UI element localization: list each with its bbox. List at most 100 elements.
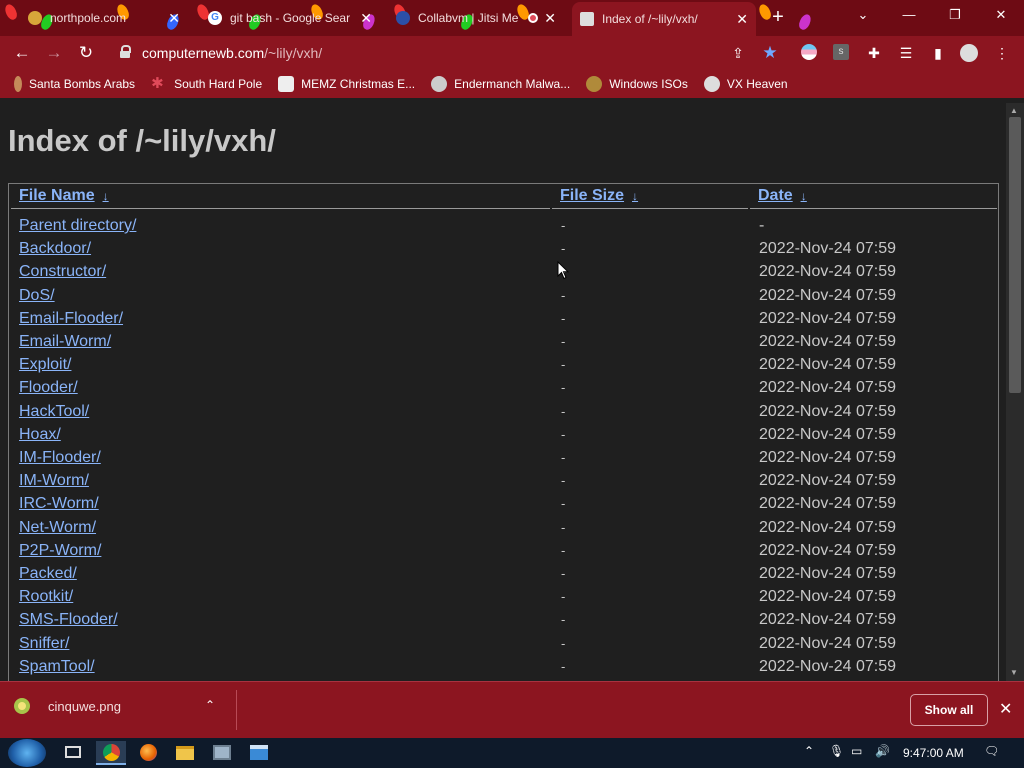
forward-button[interactable]: → [43,42,65,64]
file-row: P2P-Worm/ - 2022-Nov-24 07:59 [9,539,998,562]
bookmark-santa-bombs-arabs[interactable]: Santa Bombs Arabs [14,76,135,92]
back-button[interactable]: ← [11,42,33,64]
file-link[interactable]: Sniffer/ [19,635,69,653]
extensions-puzzle-icon[interactable]: ✚ [865,44,883,62]
tab-title: Collabvm | Jitsi Me [418,11,519,25]
file-row: IRC-Worm/ - 2022-Nov-24 07:59 [9,492,998,515]
file-link[interactable]: Hoax/ [19,426,61,444]
file-size: - [561,357,566,373]
address-bar[interactable]: computernewb.com/~lily/vxh/ [110,40,790,66]
file-link[interactable]: IM-Flooder/ [19,449,101,467]
file-link[interactable]: Rootkit/ [19,588,73,606]
file-link[interactable]: Parent directory/ [19,217,136,235]
file-link[interactable]: SpamTool/ [19,658,95,676]
remote-desktop-icon[interactable] [207,741,237,765]
column-header-name: File Name ↓ [11,187,550,209]
windows-taskbar: ⌃ 🎙 ▭ 🔊 9:47:00 AM 🗨 [0,738,1024,768]
sort-by-date-link[interactable]: Date ↓ [758,187,807,205]
scroll-up-icon[interactable]: ▲ [1010,106,1018,115]
file-size: - [561,635,566,651]
file-date: 2022-Nov-24 07:59 [759,634,896,652]
file-link[interactable]: Email-Worm/ [19,333,111,351]
close-icon[interactable]: ✕ [360,10,372,27]
chevron-up-icon[interactable]: ⌃ [205,698,215,712]
file-size: - [561,658,566,674]
download-item[interactable]: cinquwe.png [14,698,121,714]
extension-s-icon[interactable]: s [833,44,851,62]
file-row: Packed/ - 2022-Nov-24 07:59 [9,562,998,585]
file-link[interactable]: IRC-Worm/ [19,495,99,513]
close-icon[interactable]: ✕ [168,10,180,27]
taskbar-clock[interactable]: 9:47:00 AM [903,746,964,760]
file-link[interactable]: Backdoor/ [19,240,91,258]
file-link[interactable]: IM-Worm/ [19,472,89,490]
lock-icon[interactable] [120,45,131,58]
bookmark-vx-heaven[interactable]: VX Heaven [703,76,788,92]
file-link[interactable]: Flooder/ [19,379,78,397]
volume-icon[interactable]: 🔊 [875,744,890,758]
column-label: File Name [19,187,95,204]
firefox-app-icon[interactable] [133,741,163,765]
vertical-scrollbar[interactable]: ▲ ▼ [1006,103,1024,681]
bookmark-endermanch[interactable]: Endermanch Malwa... [431,76,570,92]
profile-avatar-icon[interactable] [960,44,978,62]
restore-button[interactable]: ❐ [932,0,978,30]
tab-index-vxh[interactable]: Index of /~lily/vxh/ ✕ [572,2,756,36]
file-link[interactable]: Net-Worm/ [19,519,96,537]
bookmark-star-icon[interactable]: ★ [761,44,779,62]
file-link[interactable]: Email-Flooder/ [19,310,123,328]
file-explorer-icon[interactable] [170,741,200,765]
column-label: File Size [560,187,625,204]
bookmark-memz-christmas[interactable]: MEMZ Christmas E... [278,76,415,92]
scroll-down-icon[interactable]: ▼ [1010,668,1018,677]
close-icon[interactable]: ✕ [544,10,556,27]
file-size: - [561,473,566,489]
network-icon[interactable]: ▭ [851,744,862,758]
file-date: 2022-Nov-24 07:59 [759,565,896,582]
file-link[interactable]: SMS-Flooder/ [19,611,118,629]
reload-button[interactable]: ↻ [75,42,97,64]
google-icon: G [208,11,222,25]
minimize-button[interactable]: — [886,0,932,30]
close-icon[interactable]: ✕ [736,11,748,28]
url-path: /~lily/vxh/ [264,45,323,61]
task-view-icon[interactable] [58,741,88,765]
media-control-icon[interactable]: ☰ [897,44,915,62]
tab-northpole[interactable]: northpole.com ✕ [20,4,188,32]
file-link[interactable]: Packed/ [19,565,77,583]
file-link[interactable]: Constructor/ [19,263,106,281]
bookmark-label: South Hard Pole [174,77,263,91]
window-app-icon[interactable] [244,741,274,765]
close-window-button[interactable]: ✕ [978,0,1024,30]
file-size: - [561,380,566,396]
share-icon[interactable]: ⇪ [729,44,747,62]
file-link[interactable]: P2P-Worm/ [19,542,101,560]
bookmark-windows-isos[interactable]: Windows ISOs [586,76,688,92]
new-tab-button[interactable]: + [767,6,789,28]
chrome-app-icon[interactable] [96,741,126,765]
show-all-button[interactable]: Show all [910,694,988,726]
tab-search-chevron-icon[interactable]: ⌄ [840,0,886,30]
microphone-icon[interactable]: 🎙 [829,744,844,758]
sort-by-size-link[interactable]: File Size ↓ [560,187,638,205]
url-text[interactable]: computernewb.com/~lily/vxh/ [142,45,322,61]
file-row: SpamTool/ - 2022-Nov-24 07:59 [9,655,998,678]
close-download-bar-icon[interactable]: ✕ [999,699,1012,719]
file-link[interactable]: HackTool/ [19,403,89,421]
tray-chevron-icon[interactable]: ⌃ [804,744,814,758]
more-menu-icon[interactable]: ⋮ [993,44,1011,62]
start-button[interactable] [8,739,46,767]
figure-icon [14,76,22,92]
file-row: Hoax/ - 2022-Nov-24 07:59 [9,423,998,446]
bookmark-south-hard-pole[interactable]: ✱ South Hard Pole [151,76,262,92]
file-link[interactable]: Exploit/ [19,356,71,374]
scrollbar-thumb[interactable] [1009,117,1021,393]
sort-by-name-link[interactable]: File Name ↓ [19,187,109,205]
notifications-icon[interactable]: 🗨 [984,744,999,758]
side-panel-icon[interactable]: ▮ [929,44,947,62]
tab-google[interactable]: G git bash - Google Sear ✕ [200,4,380,32]
extension-flag-icon[interactable] [801,44,819,62]
file-link[interactable]: DoS/ [19,287,55,305]
tab-collabvm[interactable]: Collabvm | Jitsi Me ✕ [388,4,564,32]
bookmark-label: VX Heaven [726,77,788,91]
